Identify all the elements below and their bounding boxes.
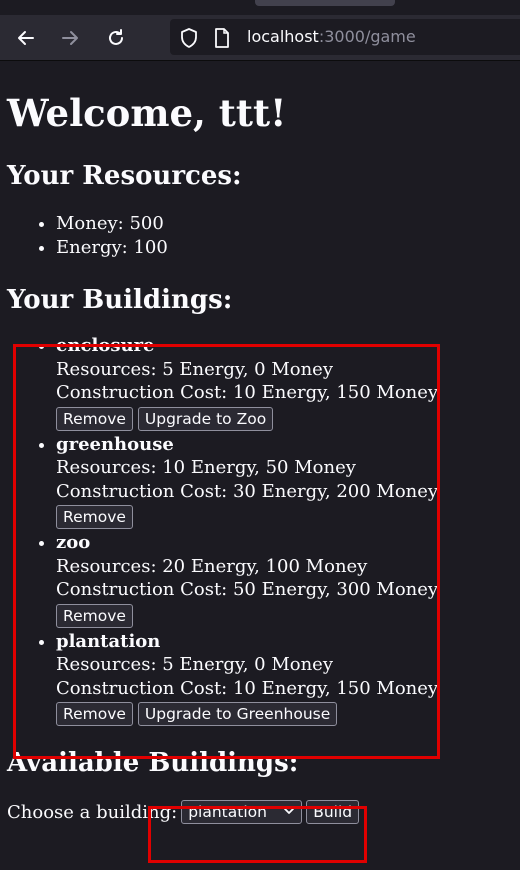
arrow-left-icon — [16, 28, 36, 48]
building-resources: Resources: 5 Energy, 0 Money — [56, 654, 333, 675]
remove-button[interactable]: Remove — [56, 406, 133, 431]
building-name: zoo — [56, 532, 91, 553]
building-resources: Resources: 5 Energy, 0 Money — [56, 358, 333, 380]
building-select[interactable]: plantation — [181, 800, 303, 824]
page-icon[interactable] — [214, 28, 230, 52]
building-name: plantation — [56, 630, 161, 652]
resource-item-energy: Energy: 100 — [56, 236, 512, 260]
building-cost: Construction Cost: 10 Energy, 150 Money — [56, 677, 439, 699]
reload-button[interactable] — [103, 25, 129, 51]
building-item: zoo Resources: 20 Energy, 100 Money Cons… — [56, 531, 512, 628]
buildings-heading: Your Buildings: — [7, 285, 233, 315]
address-bar[interactable]: localhost:3000/game — [170, 19, 520, 55]
build-button[interactable]: Build — [306, 800, 360, 824]
choose-label: Choose a building: — [7, 801, 178, 823]
upgrade-button[interactable]: Upgrade to Zoo — [137, 406, 274, 431]
shield-icon[interactable] — [180, 28, 198, 52]
chevron-down-icon — [283, 803, 295, 821]
forward-button[interactable] — [57, 25, 83, 51]
tab-strip — [0, 0, 520, 15]
arrow-right-icon — [60, 28, 80, 48]
page-content: Welcome, ttt! Your Resources: Money: 500… — [7, 61, 512, 824]
build-form: Choose a building: plantation Build — [7, 800, 512, 824]
building-cost: Construction Cost: 50 Energy, 300 Money — [56, 579, 439, 600]
available-heading: Available Buildings: — [7, 748, 299, 778]
remove-button[interactable]: Remove — [56, 603, 133, 628]
building-cost: Construction Cost: 30 Energy, 200 Money — [56, 480, 439, 502]
browser-toolbar: localhost:3000/game — [0, 15, 520, 61]
building-name: enclosure — [56, 335, 155, 356]
upgrade-button[interactable]: Upgrade to Greenhouse — [137, 702, 338, 726]
building-item: greenhouse Resources: 10 Energy, 50 Mone… — [56, 433, 512, 529]
building-item: plantation Resources: 5 Energy, 0 Money … — [56, 630, 512, 726]
resource-item-money: Money: 500 — [56, 212, 512, 236]
building-item: enclosure Resources: 5 Energy, 0 Money C… — [56, 334, 512, 431]
building-resources: Resources: 10 Energy, 50 Money — [56, 457, 356, 478]
reload-icon — [106, 28, 126, 48]
buildings-list: enclosure Resources: 5 Energy, 0 Money C… — [7, 334, 512, 726]
page-title: Welcome, ttt! — [7, 91, 287, 135]
building-resources: Resources: 20 Energy, 100 Money — [56, 555, 368, 577]
active-tab-edge[interactable] — [255, 0, 395, 6]
resources-heading: Your Resources: — [7, 161, 242, 191]
url-text: localhost:3000/game — [247, 27, 416, 46]
remove-button[interactable]: Remove — [56, 702, 133, 726]
remove-button[interactable]: Remove — [56, 505, 133, 529]
back-button[interactable] — [13, 25, 39, 51]
resources-list: Money: 500 Energy: 100 — [7, 212, 512, 260]
building-cost: Construction Cost: 10 Energy, 150 Money — [56, 382, 439, 403]
building-select-value: plantation — [188, 803, 267, 821]
building-name: greenhouse — [56, 433, 174, 455]
